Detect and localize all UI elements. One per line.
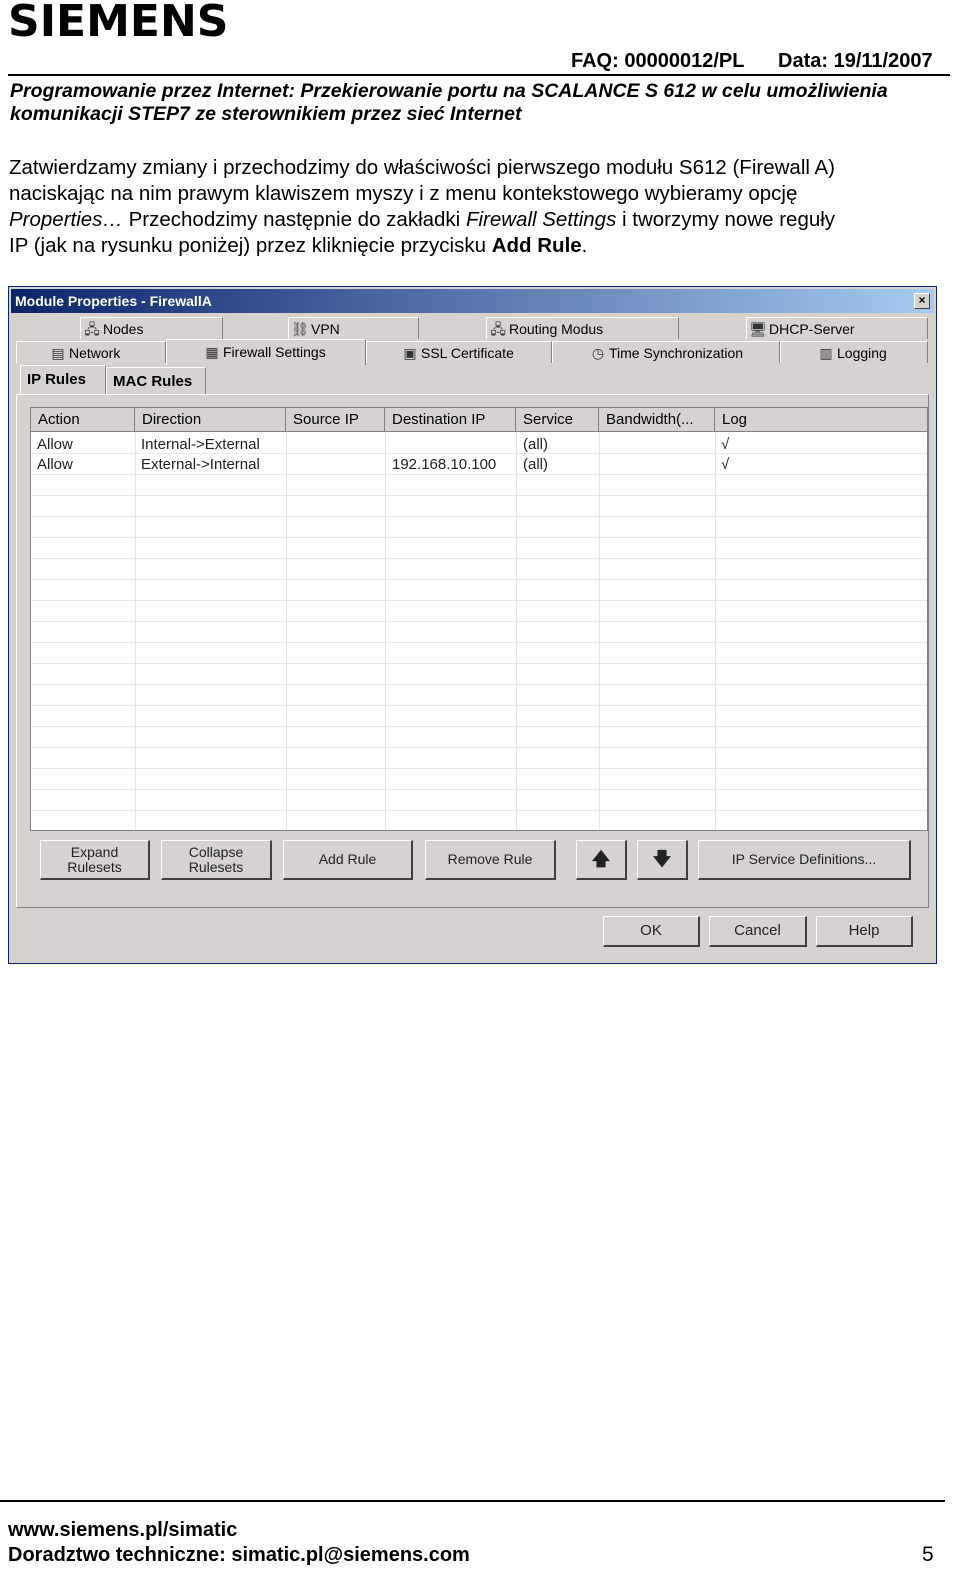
certificate-icon: ▣ [403, 345, 417, 361]
footer-url: www.siemens.pl/simatic [8, 1519, 238, 1541]
grid-line [31, 747, 927, 748]
grid-line [31, 726, 927, 727]
document-title: Programowanie przez Internet: Przekierow… [10, 80, 950, 126]
ok-button[interactable]: OK [603, 916, 700, 947]
arrow-down-icon: 🡇 [652, 849, 672, 869]
clock-icon: ◷ [591, 345, 605, 361]
row2-dest[interactable]: 192.168.10.100 [392, 455, 496, 475]
document-date: Data: 19/11/2007 [778, 50, 933, 72]
grid-line [31, 642, 927, 643]
add-rule-term: Add Rule [491, 234, 582, 257]
grid-line [31, 516, 927, 517]
cancel-button[interactable]: Cancel [709, 916, 807, 947]
col-direction[interactable]: Direction [135, 408, 286, 432]
help-button[interactable]: Help [816, 916, 913, 947]
header-rule [8, 74, 950, 76]
row1-direction[interactable]: Internal->External [141, 435, 260, 455]
tab-nodes[interactable]: 🖧 Nodes [80, 317, 223, 339]
network-icon: ▤ [51, 345, 65, 361]
dialog-title: Module Properties - FirewallA [15, 293, 212, 309]
para-line-2: naciskając na nim prawym klawiszem myszy… [9, 182, 798, 205]
col-destination-ip[interactable]: Destination IP [385, 408, 516, 432]
col-action[interactable]: Action [31, 408, 135, 432]
firewall-settings-term: Firewall Settings [465, 208, 617, 231]
collapse-rulesets-button[interactable]: Collapse Rulesets [161, 840, 272, 880]
row1-action[interactable]: Allow [37, 435, 73, 455]
dhcp-icon: 🖥 [749, 321, 767, 337]
ip-service-definitions-button[interactable]: IP Service Definitions... [698, 840, 911, 880]
para-line-1: Zatwierdzamy zmiany i przechodzimy do wł… [9, 156, 835, 179]
grid-line [31, 537, 927, 538]
add-rule-button[interactable]: Add Rule [283, 840, 413, 880]
row1-log[interactable]: √ [721, 435, 729, 455]
move-down-button[interactable]: 🡇 [637, 840, 688, 880]
tab-network[interactable]: ▤ Network [16, 341, 166, 363]
grid-line [31, 705, 927, 706]
routing-icon: 🖧 [490, 321, 506, 337]
grid-line [385, 432, 386, 830]
row1-service[interactable]: (all) [523, 435, 548, 455]
col-log[interactable]: Log [715, 408, 927, 432]
tab-time-synchronization[interactable]: ◷ Time Synchronization [552, 341, 780, 363]
nodes-icon: 🖧 [84, 321, 100, 337]
tab-logging[interactable]: ▥ Logging [780, 341, 928, 363]
subtab-mac-rules[interactable]: MAC Rules [106, 367, 206, 395]
tab-vpn[interactable]: ⛓ VPN [288, 317, 419, 339]
rules-table: Action Direction Source IP Destination I… [30, 407, 928, 831]
para-line-4: IP (jak na rysunku poniżej) przez klikni… [9, 234, 588, 257]
grid-line [31, 684, 927, 685]
firewall-icon: ▦ [205, 344, 219, 360]
grid-line [516, 432, 517, 830]
grid-line [715, 432, 716, 830]
grid-line [31, 579, 927, 580]
logging-icon: ▥ [819, 345, 833, 361]
grid-line [31, 768, 927, 769]
row2-service[interactable]: (all) [523, 455, 548, 475]
col-source-ip[interactable]: Source IP [286, 408, 385, 432]
para-line-3: Properties… Przechodzimy następnie do za… [9, 208, 836, 231]
remove-rule-button[interactable]: Remove Rule [425, 840, 556, 880]
arrow-up-icon: 🡅 [591, 849, 611, 869]
tab-routing-modus[interactable]: 🖧 Routing Modus [486, 317, 679, 339]
row2-direction[interactable]: External->Internal [141, 455, 260, 475]
tab-dhcp-server[interactable]: 🖥 DHCP-Server [746, 317, 928, 339]
tab-ssl-certificate[interactable]: ▣ SSL Certificate [366, 341, 552, 363]
page-number: 5 [922, 1543, 934, 1566]
grid-line [31, 558, 927, 559]
title-line-2: komunikacji STEP7 ze sterownikiem przez … [10, 103, 522, 125]
grid-line [31, 663, 927, 664]
footer-rule [0, 1500, 945, 1502]
title-line-1: Programowanie przez Internet: Przekierow… [10, 80, 888, 102]
properties-term: Properties… [9, 208, 123, 231]
tab-firewall-settings[interactable]: ▦ Firewall Settings [166, 339, 366, 365]
siemens-logo: SIEMENS [8, 0, 229, 47]
faq-number: FAQ: 00000012/PL [571, 50, 745, 72]
grid-line [286, 432, 287, 830]
instruction-paragraph: Zatwierdzamy zmiany i przechodzimy do wł… [9, 155, 949, 259]
footer-support: Doradztwo techniczne: simatic.pl@siemens… [8, 1544, 470, 1566]
col-service[interactable]: Service [516, 408, 599, 432]
dialog-titlebar: Module Properties - FirewallA × [11, 289, 934, 313]
grid-line [135, 432, 136, 830]
move-up-button[interactable]: 🡅 [576, 840, 627, 880]
close-button[interactable]: × [914, 293, 930, 309]
grid-line [31, 495, 927, 496]
grid-line [31, 600, 927, 601]
row2-action[interactable]: Allow [37, 455, 73, 475]
row2-log[interactable]: √ [721, 455, 729, 475]
expand-rulesets-button[interactable]: Expand Rulesets [40, 840, 150, 880]
subtab-ip-rules[interactable]: IP Rules [20, 365, 106, 395]
grid-line [31, 810, 927, 811]
grid-line [31, 789, 927, 790]
col-bandwidth[interactable]: Bandwidth(... [599, 408, 715, 432]
grid-line [31, 621, 927, 622]
vpn-icon: ⛓ [291, 321, 309, 337]
grid-line [599, 432, 600, 830]
